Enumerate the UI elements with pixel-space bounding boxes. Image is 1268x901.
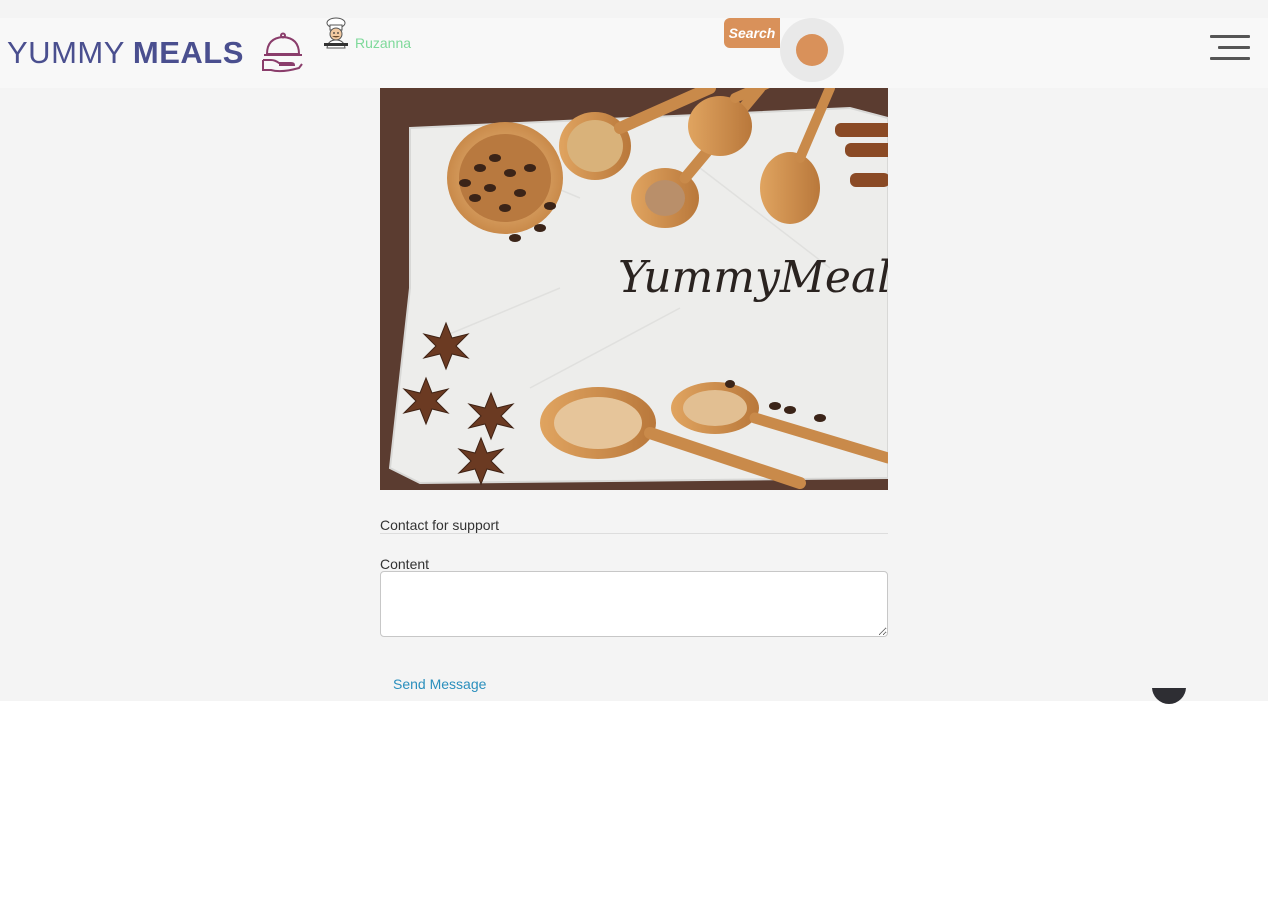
search-toggle-button[interactable] — [780, 18, 844, 82]
hero-banner-image: YummyMeals — [380, 88, 888, 490]
user-name-link[interactable]: Ruzanna — [355, 35, 411, 51]
site-logo[interactable]: YUMMY MEALS — [7, 33, 244, 73]
hero-caption: YummyMeals — [618, 252, 888, 303]
search-button[interactable]: Search — [724, 18, 780, 48]
content-textarea[interactable] — [380, 571, 888, 637]
hamburger-menu-icon[interactable] — [1206, 33, 1250, 63]
send-message-button[interactable]: Send Message — [393, 676, 486, 692]
logo-word-yummy: YUMMY — [7, 35, 125, 70]
search-dot-icon — [796, 34, 828, 66]
floating-action-button[interactable] — [1150, 688, 1188, 708]
cloche-logo-icon — [262, 32, 303, 73]
form-title: Contact for support — [380, 518, 888, 534]
chef-avatar-icon[interactable] — [321, 17, 351, 49]
content-label: Content — [380, 556, 430, 572]
logo-word-meals: MEALS — [132, 35, 244, 70]
